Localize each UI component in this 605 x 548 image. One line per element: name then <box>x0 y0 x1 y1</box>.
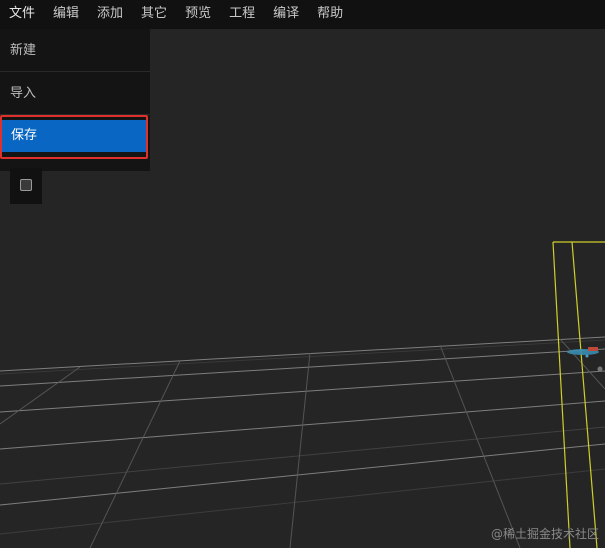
menu-other[interactable]: 其它 <box>132 0 176 29</box>
grid-line <box>0 426 605 485</box>
menu-add[interactable]: 添加 <box>88 0 132 29</box>
menu-edit[interactable]: 编辑 <box>44 0 88 29</box>
menu-project[interactable]: 工程 <box>220 0 264 29</box>
checkbox[interactable] <box>20 179 32 191</box>
menu-build[interactable]: 编译 <box>264 0 308 29</box>
watermark: @稀土掘金技术社区 <box>490 527 599 541</box>
model-object[interactable] <box>567 347 603 372</box>
menu-item-save[interactable]: 保存 <box>2 120 148 152</box>
menu-file[interactable]: 文件 <box>0 0 44 29</box>
menu-bar: 文件 编辑 添加 其它 预览 工程 编译 帮助 <box>0 0 605 29</box>
grid-line <box>289 352 311 548</box>
menu-help[interactable]: 帮助 <box>308 0 352 29</box>
grid-line <box>0 348 605 387</box>
grid-line <box>0 370 605 413</box>
menu-divider <box>0 114 150 115</box>
grid-line <box>0 366 81 425</box>
grid-line <box>0 339 605 375</box>
file-dropdown-menu: 新建 导入 保存 <box>0 29 150 171</box>
grid-line <box>0 443 605 506</box>
grid-line <box>439 344 521 548</box>
editor-window: 文件 编辑 添加 其它 预览 工程 编译 帮助 新建 导入 保存 @稀土掘金技术… <box>0 0 605 548</box>
selection-box <box>552 241 605 548</box>
grid-line <box>0 336 605 372</box>
menu-preview[interactable]: 预览 <box>176 0 220 29</box>
menu-item-new[interactable]: 新建 <box>0 29 150 72</box>
checkbox-container <box>10 168 42 204</box>
menu-item-import[interactable]: 导入 <box>0 72 150 115</box>
